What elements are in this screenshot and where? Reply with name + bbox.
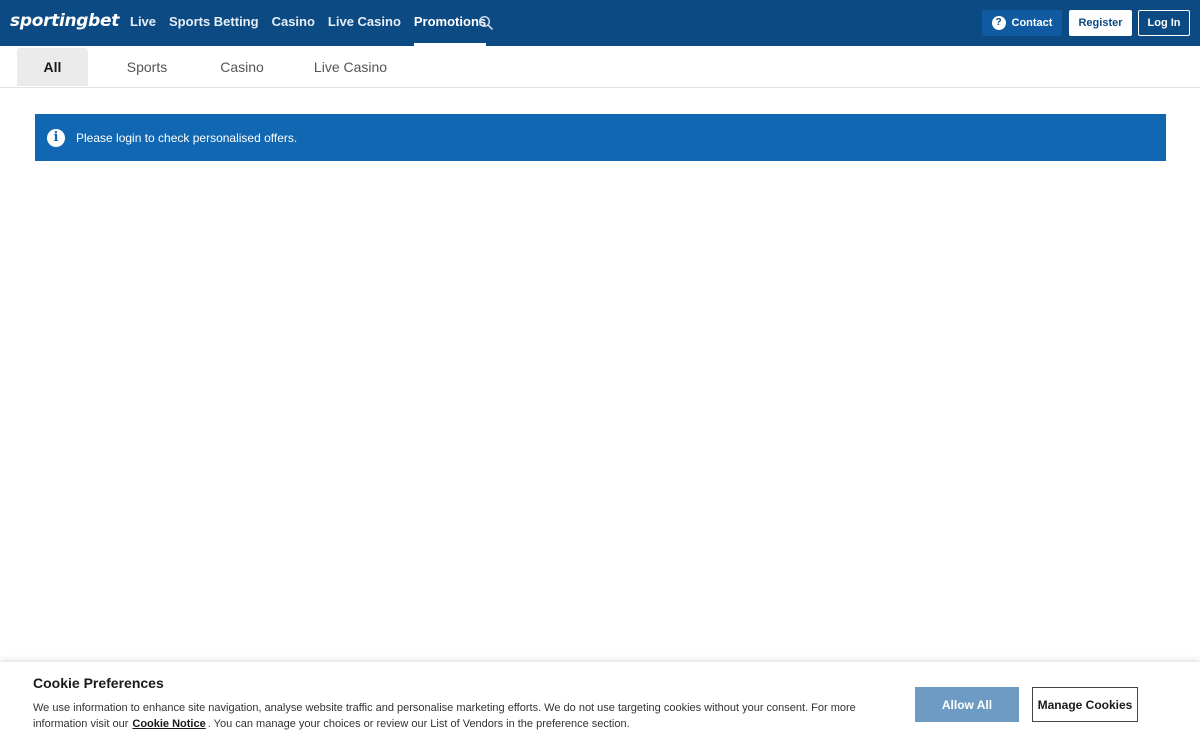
info-icon: i [47, 128, 65, 147]
login-info-banner: i Please login to check personalised off… [35, 114, 1166, 161]
login-button[interactable]: Log In [1138, 10, 1190, 36]
manage-cookies-button[interactable]: Manage Cookies [1032, 687, 1138, 722]
cookie-notice-link[interactable]: Cookie Notice [132, 718, 205, 730]
help-icon: ? [991, 16, 1006, 30]
register-button[interactable]: Register [1069, 10, 1132, 36]
contact-label: Contact [1011, 17, 1053, 29]
nav-promotions[interactable]: Promotions [413, 0, 487, 46]
nav-live[interactable]: Live [130, 0, 156, 46]
info-banner-text: Please login to check personalised offer… [76, 130, 298, 145]
cookie-title: Cookie Preferences [33, 675, 164, 691]
tab-all[interactable]: All [17, 48, 88, 86]
nav-sports-betting[interactable]: Sports Betting [169, 0, 259, 46]
tab-casino[interactable]: Casino [206, 48, 278, 86]
search-icon[interactable] [478, 15, 494, 31]
promotion-category-tabs: All Sports Casino Live Casino [0, 46, 1200, 88]
allow-all-button[interactable]: Allow All [915, 687, 1019, 722]
cookie-description: We use information to enhance site navig… [33, 700, 873, 732]
tab-live-casino[interactable]: Live Casino [302, 48, 399, 86]
contact-button[interactable]: ? Contact [982, 10, 1062, 36]
tab-sports[interactable]: Sports [112, 48, 182, 86]
main-nav: Live Sports Betting Casino Live Casino P… [130, 0, 499, 46]
sportingbet-logo[interactable]: sportingbet [10, 11, 119, 31]
nav-casino[interactable]: Casino [272, 0, 315, 46]
cookie-text-after: . You can manage your choices or review … [207, 718, 630, 730]
cookie-preferences-bar: Cookie Preferences We use information to… [0, 662, 1200, 750]
nav-live-casino[interactable]: Live Casino [328, 0, 401, 46]
top-navigation-bar: sportingbet Live Sports Betting Casino L… [0, 0, 1200, 46]
